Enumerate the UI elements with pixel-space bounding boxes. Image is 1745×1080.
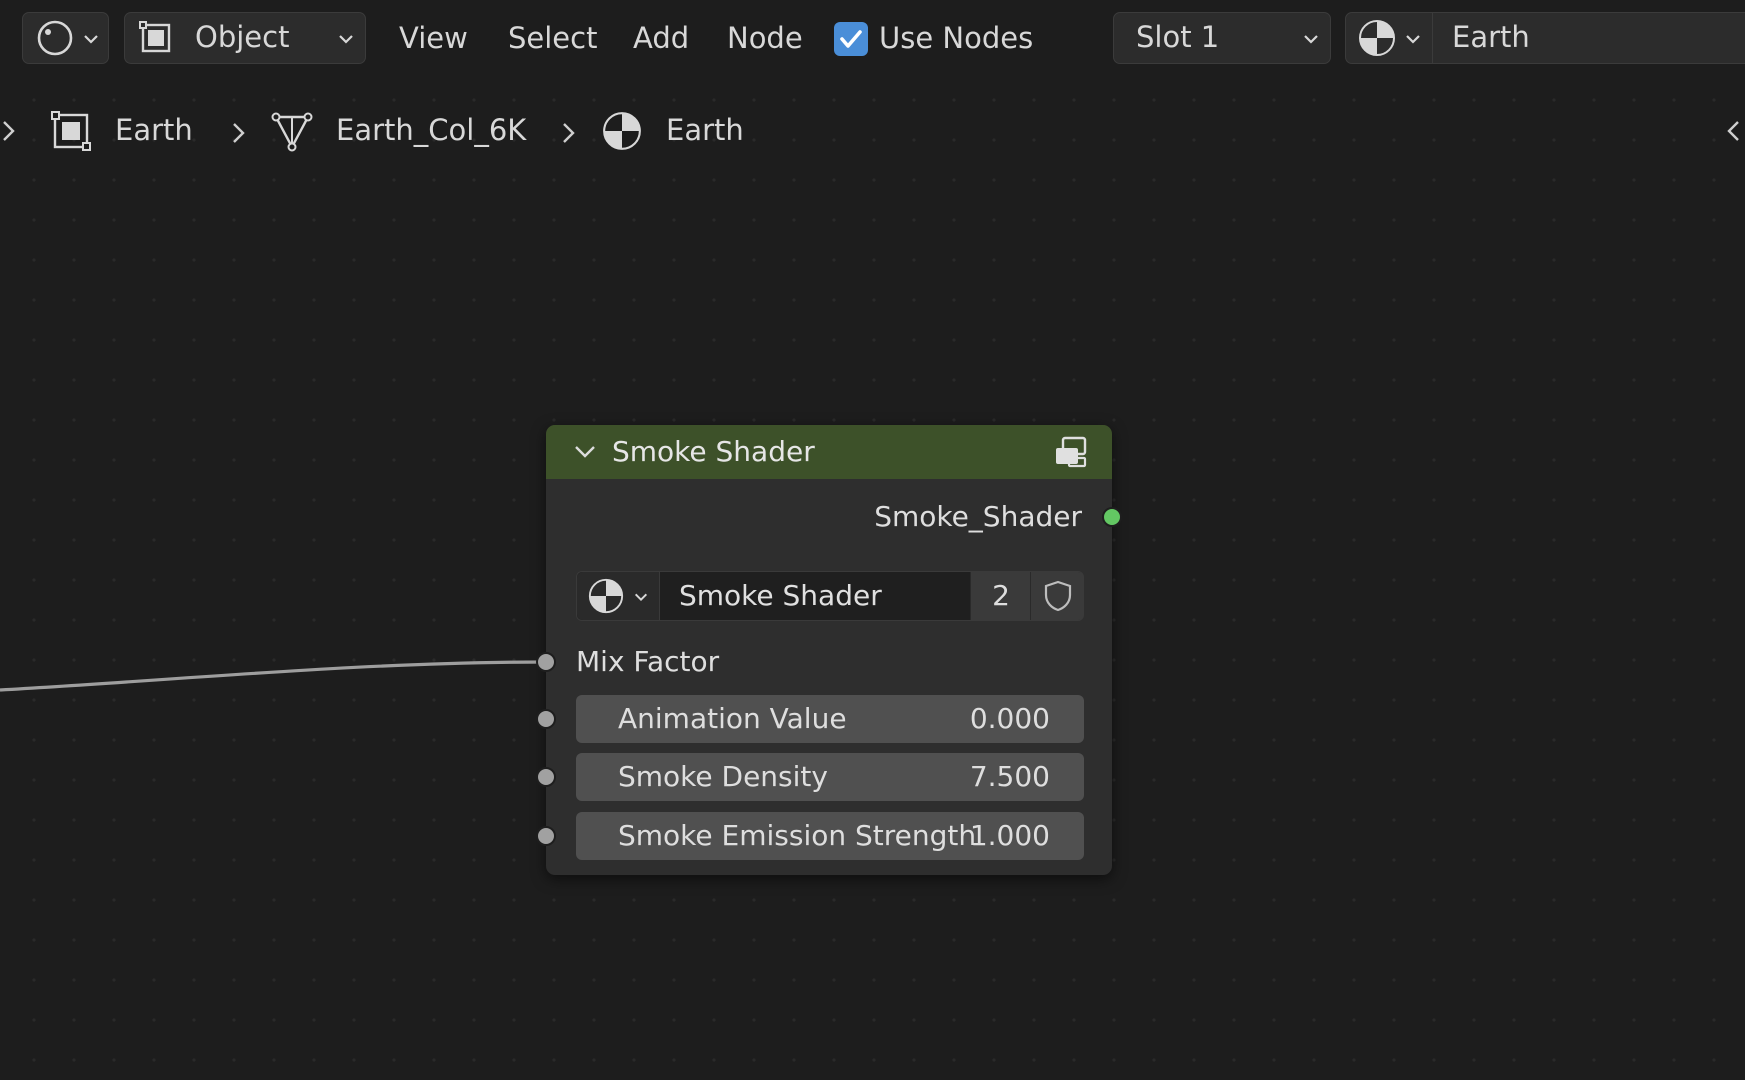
chevron-right-icon [233,123,245,143]
group-name-field[interactable]: Smoke Shader [679,572,882,620]
node-group-selector[interactable]: Smoke Shader 2 [576,571,1084,621]
object-mode-icon [139,21,171,53]
output-socket-label: Smoke_Shader [874,500,1082,533]
node-editor[interactable]: Object View Select Add Node Use Nodes Sl… [0,0,1745,1080]
checkmark-icon [840,30,862,48]
breadcrumb-item: Earth_Col_6K [336,113,527,147]
smoke-emission-strength-field[interactable]: Smoke Emission Strength 1.000 [576,812,1084,860]
input-label-mix-factor: Mix Factor [576,645,720,678]
node-title: Smoke Shader [612,435,815,468]
chevron-down-icon [1406,35,1420,44]
material-name-field[interactable]: Earth [1452,20,1530,54]
slot-selector[interactable]: Slot 1 [1113,12,1331,64]
node-link[interactable] [0,640,560,700]
animation-value-field[interactable]: Animation Value 0.000 [576,695,1084,743]
field-label: Animation Value [618,702,847,735]
slot-label: Slot 1 [1136,20,1220,54]
smoke-density-field[interactable]: Smoke Density 7.500 [576,753,1084,801]
group-node-smoke-shader[interactable]: Smoke Shader Smoke_Shader Smoke Shader 2… [536,425,1122,875]
input-socket-mix-factor[interactable] [536,652,556,672]
chevron-down-icon [339,35,353,44]
material-selector[interactable]: Earth [1345,12,1745,64]
field-value: 1.000 [969,819,1050,852]
field-label: Smoke Density [618,760,828,793]
field-value: 0.000 [969,702,1050,735]
chevron-down-icon [1304,35,1318,44]
collapse-chevron-icon[interactable] [572,439,598,465]
breadcrumb-item: Earth [115,113,193,147]
shield-icon [1044,580,1072,612]
group-browse-button[interactable] [577,572,660,620]
chevron-right-icon [563,123,575,143]
material-browse-button[interactable] [1346,13,1433,63]
material-sphere-icon [588,578,624,614]
field-label: Smoke Emission Strength [618,819,977,852]
mode-selector[interactable]: Object [124,12,366,64]
chevron-down-icon [634,593,648,602]
node-header[interactable]: Smoke Shader [546,425,1112,479]
fake-user-button[interactable] [1030,572,1084,620]
menu-select[interactable]: Select [508,18,597,58]
users-count-label: 2 [992,579,1010,612]
field-value: 7.500 [969,760,1050,793]
sidebar-toggle-icon[interactable] [1725,117,1743,145]
breadcrumb-expand-icon[interactable] [0,117,18,145]
material-sphere-icon [603,112,641,150]
input-socket-smoke-emission-strength[interactable] [536,826,556,846]
output-socket[interactable] [1102,507,1122,527]
use-nodes-label[interactable]: Use Nodes [879,18,1033,58]
material-sphere-icon [1359,20,1395,56]
group-users-count[interactable]: 2 [970,572,1031,620]
node-group-icon[interactable] [1051,432,1091,472]
editor-type-selector[interactable] [22,12,109,64]
menu-node[interactable]: Node [727,18,803,58]
mesh-icon [271,112,313,152]
menu-view[interactable]: View [399,18,468,58]
editor-header: Object View Select Add Node Use Nodes Sl… [0,0,1745,78]
mode-label: Object [195,20,290,54]
node-editor-icon [37,20,73,56]
chevron-down-icon [84,35,98,44]
input-socket-animation-value[interactable] [536,709,556,729]
input-socket-smoke-density[interactable] [536,767,556,787]
menu-add[interactable]: Add [633,18,689,58]
breadcrumb-item: Earth [666,113,744,147]
object-icon [51,111,91,151]
use-nodes-checkbox[interactable] [834,22,868,56]
